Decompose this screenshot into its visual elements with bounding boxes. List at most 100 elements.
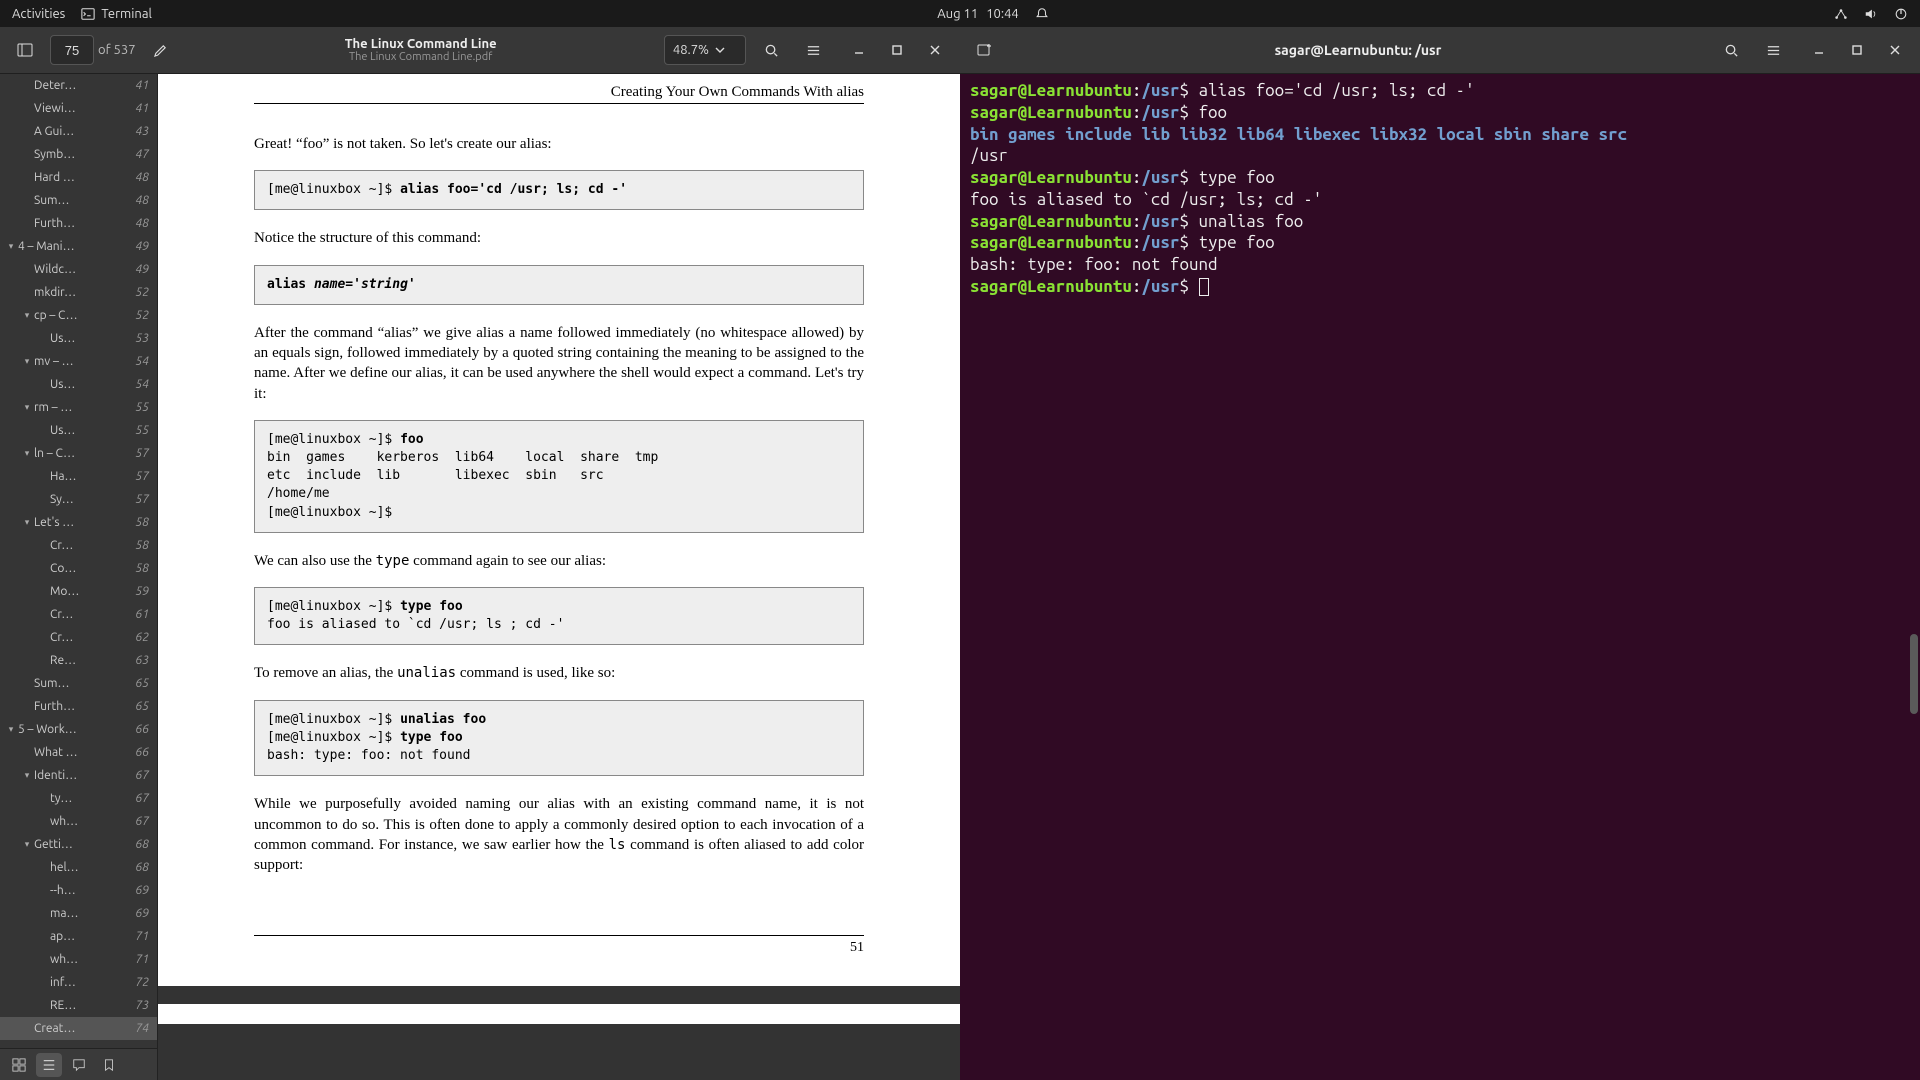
chevron-down-icon[interactable]: ▾ [20, 448, 34, 459]
outline-item[interactable]: ▾Getti…68 [0, 833, 157, 856]
outline-item[interactable]: mkdir…52 [0, 281, 157, 304]
outline-item[interactable]: ▾ln – C…57 [0, 442, 157, 465]
chevron-down-icon[interactable]: ▾ [20, 402, 34, 413]
outline-item[interactable]: Viewi…41 [0, 97, 157, 120]
directory-entry: share [1541, 125, 1589, 144]
outline-item[interactable]: Wildc…49 [0, 258, 157, 281]
maximize-icon [891, 44, 903, 56]
thumbnails-view-button[interactable] [6, 1053, 32, 1077]
outline-item[interactable]: ▾4 – Mani…49 [0, 235, 157, 258]
page-input[interactable] [50, 35, 94, 65]
outline-item[interactable]: ap…71 [0, 925, 157, 948]
outline-item[interactable]: RE…73 [0, 994, 157, 1017]
outline-page: 57 [135, 493, 149, 506]
outline-item[interactable]: --h…69 [0, 879, 157, 902]
outline-item[interactable]: Sy…57 [0, 488, 157, 511]
outline-item[interactable]: Hard …48 [0, 166, 157, 189]
outline-label: Us… [50, 332, 135, 345]
outline-item[interactable]: Mo…59 [0, 580, 157, 603]
outline-item[interactable]: hel…68 [0, 856, 157, 879]
outline-item[interactable]: wh…71 [0, 948, 157, 971]
outline-item[interactable]: ▾Identi…67 [0, 764, 157, 787]
clock[interactable]: Aug 11 10:44 [152, 7, 1834, 21]
outline-item[interactable]: Deter…41 [0, 74, 157, 97]
terminal-line: sagar@Learnubuntu:/usr$ [970, 276, 1910, 298]
close-button[interactable] [918, 33, 952, 67]
minimize-button[interactable] [842, 33, 876, 67]
power-icon[interactable] [1894, 7, 1908, 21]
minimize-button[interactable] [1802, 33, 1836, 67]
outline-item[interactable]: Re…63 [0, 649, 157, 672]
maximize-button[interactable] [1840, 33, 1874, 67]
new-tab-button[interactable] [968, 33, 1002, 67]
outline-item[interactable]: Co…58 [0, 557, 157, 580]
search-button[interactable] [754, 33, 788, 67]
chevron-down-icon[interactable]: ▾ [20, 356, 34, 367]
current-app[interactable]: Terminal [81, 7, 152, 21]
outline-page: 68 [135, 861, 149, 874]
terminal-search-button[interactable] [1714, 33, 1748, 67]
outline-item[interactable]: ▾rm – …55 [0, 396, 157, 419]
outline-sidebar: Deter…41Viewi…41A Gui…43Symb…47Hard …48S… [0, 74, 158, 1080]
outline-item[interactable]: inf…72 [0, 971, 157, 994]
chevron-down-icon[interactable]: ▾ [20, 770, 34, 781]
outline-item[interactable]: What …66 [0, 741, 157, 764]
close-button[interactable] [1878, 33, 1912, 67]
outline-item[interactable]: Cr…62 [0, 626, 157, 649]
outline-item[interactable]: Sum…65 [0, 672, 157, 695]
outline-item[interactable]: Sum…48 [0, 189, 157, 212]
outline-label: rm – … [34, 401, 135, 414]
chevron-down-icon[interactable]: ▾ [20, 517, 34, 528]
page-view[interactable]: Creating Your Own Commands With alias Gr… [158, 74, 960, 1080]
bookmarks-view-button[interactable] [96, 1053, 122, 1077]
outline-item[interactable]: ▾cp – C…52 [0, 304, 157, 327]
outline-label: 5 – Work… [18, 723, 135, 736]
scrollbar-thumb[interactable] [1910, 634, 1918, 714]
chevron-down-icon[interactable]: ▾ [20, 839, 34, 850]
body-text: Notice the structure of this command: [254, 228, 864, 248]
annotations-view-button[interactable] [66, 1053, 92, 1077]
outline-item[interactable]: A Gui…43 [0, 120, 157, 143]
terminal-menu-button[interactable] [1756, 33, 1790, 67]
zoom-select[interactable]: 48.7% [664, 35, 746, 65]
outline-item[interactable]: ▾5 – Work…66 [0, 718, 157, 741]
outline-item[interactable]: ▾mv – …54 [0, 350, 157, 373]
outline-item[interactable]: Creat…74 [0, 1017, 157, 1040]
outline-item[interactable]: Cr…58 [0, 534, 157, 557]
page-total-label: of 537 [98, 43, 136, 57]
terminal-scrollbar[interactable] [1908, 74, 1918, 1080]
outline-view-button[interactable] [36, 1053, 62, 1077]
outline-item[interactable]: Us…55 [0, 419, 157, 442]
outline-item[interactable]: Us…53 [0, 327, 157, 350]
annotate-button[interactable] [144, 33, 178, 67]
outline-item[interactable]: ▾Let's …58 [0, 511, 157, 534]
maximize-button[interactable] [880, 33, 914, 67]
chevron-down-icon[interactable]: ▾ [20, 310, 34, 321]
outline-label: inf… [50, 976, 135, 989]
outline-item[interactable]: Us…54 [0, 373, 157, 396]
outline-label: Deter… [34, 79, 135, 92]
outline-item[interactable]: Ha…57 [0, 465, 157, 488]
sidebar-toggle-button[interactable] [8, 33, 42, 67]
chevron-down-icon[interactable]: ▾ [4, 241, 18, 252]
outline-item[interactable]: wh…67 [0, 810, 157, 833]
terminal-line: /usr [970, 145, 1910, 167]
network-icon[interactable] [1834, 7, 1848, 21]
directory-entry: lib [1141, 125, 1170, 144]
outline-item[interactable]: Furth…65 [0, 695, 157, 718]
outline-item[interactable]: Symb…47 [0, 143, 157, 166]
outline-item[interactable]: ty…67 [0, 787, 157, 810]
outline-item[interactable]: ma…69 [0, 902, 157, 925]
terminal-body[interactable]: sagar@Learnubuntu:/usr$ alias foo='cd /u… [960, 74, 1920, 1080]
chevron-down-icon[interactable]: ▾ [4, 724, 18, 735]
volume-icon[interactable] [1864, 7, 1878, 21]
outline-item[interactable]: Furth…48 [0, 212, 157, 235]
outline-item[interactable]: Cr…61 [0, 603, 157, 626]
outline-label: Hard … [34, 171, 135, 184]
outline-page: 72 [135, 976, 149, 989]
outline-page: 53 [135, 332, 149, 345]
activities-button[interactable]: Activities [12, 7, 65, 21]
menu-button[interactable] [796, 33, 830, 67]
code-block: alias name='string' [254, 265, 864, 305]
outline-list[interactable]: Deter…41Viewi…41A Gui…43Symb…47Hard …48S… [0, 74, 157, 1048]
